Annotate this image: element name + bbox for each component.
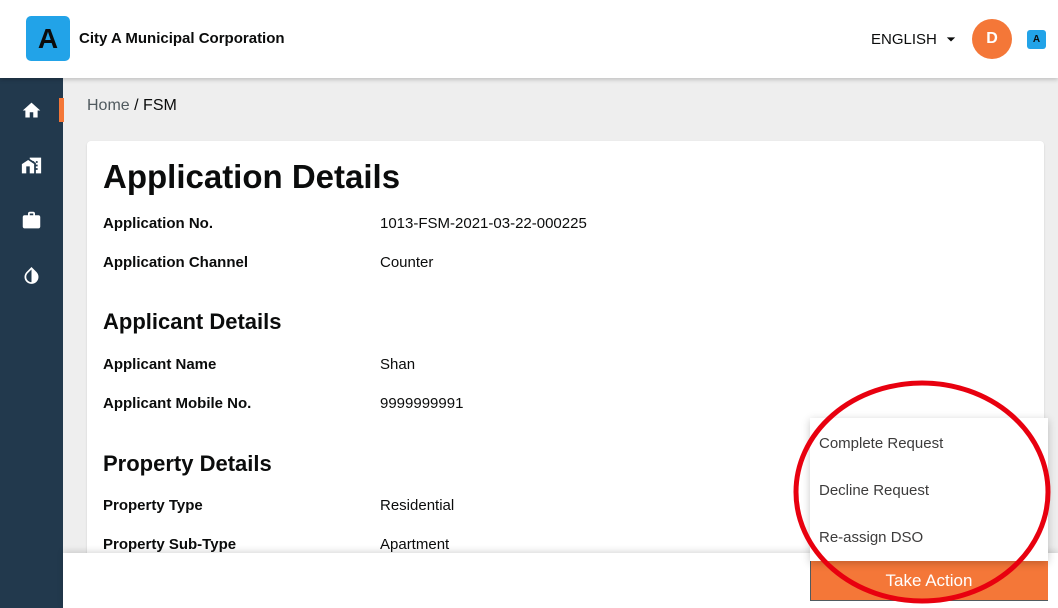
page-title: Application Details bbox=[103, 158, 401, 195]
city-logo[interactable]: A bbox=[26, 16, 70, 61]
user-initial: D bbox=[986, 30, 998, 47]
home-icon bbox=[22, 102, 41, 117]
section-heading-property: Property Details bbox=[103, 451, 272, 476]
active-indicator bbox=[59, 98, 64, 122]
badge-letter: A bbox=[1032, 34, 1041, 45]
chevron-down-icon bbox=[946, 37, 956, 42]
breadcrumb-current: FSM bbox=[143, 97, 177, 114]
breadcrumb: Home / FSM bbox=[87, 96, 177, 116]
water-drop-icon bbox=[24, 266, 39, 284]
sidebar-item-fsm[interactable] bbox=[0, 253, 63, 297]
top-header: A City A Municipal Corporation ENGLISH D… bbox=[0, 0, 1058, 78]
briefcase-icon bbox=[22, 211, 41, 228]
menu-item-decline-request[interactable]: Decline Request bbox=[810, 467, 1048, 514]
logo-letter: A bbox=[37, 22, 59, 54]
menu-item-complete-request[interactable]: Complete Request bbox=[810, 420, 1048, 467]
detail-value: Shan bbox=[380, 356, 416, 373]
user-avatar[interactable]: D bbox=[972, 19, 1012, 59]
detail-value: 1013-FSM-2021-03-22-000225 bbox=[380, 215, 587, 232]
language-label: ENGLISH bbox=[871, 30, 937, 48]
detail-value: Counter bbox=[380, 254, 434, 271]
sidebar bbox=[0, 78, 64, 608]
app-badge[interactable]: A bbox=[1027, 30, 1046, 49]
detail-label: Application Channel bbox=[103, 254, 249, 271]
detail-label: Property Sub-Type bbox=[103, 536, 237, 553]
detail-label: Applicant Name bbox=[103, 356, 217, 373]
detail-label: Application No. bbox=[103, 215, 213, 232]
home-work-icon bbox=[21, 157, 42, 173]
org-name: City A Municipal Corporation bbox=[79, 30, 285, 47]
section-heading-applicant: Applicant Details bbox=[103, 309, 282, 334]
bottom-action-bar: Take Action bbox=[63, 553, 1058, 608]
sidebar-item-properties[interactable] bbox=[0, 143, 63, 187]
take-action-menu: Complete Request Decline Request Re-assi… bbox=[810, 418, 1048, 561]
sidebar-item-home[interactable] bbox=[0, 88, 64, 132]
detail-value: 9999999991 bbox=[380, 395, 464, 412]
breadcrumb-separator: / bbox=[134, 97, 139, 114]
take-action-button[interactable]: Take Action bbox=[810, 560, 1048, 601]
language-selector[interactable]: ENGLISH bbox=[871, 29, 961, 49]
breadcrumb-home-link[interactable]: Home bbox=[87, 97, 130, 114]
detail-value: Apartment bbox=[380, 536, 450, 553]
sidebar-item-work[interactable] bbox=[0, 198, 63, 242]
detail-label: Applicant Mobile No. bbox=[103, 395, 252, 412]
menu-item-reassign-dso[interactable]: Re-assign DSO bbox=[810, 514, 1048, 561]
detail-label: Property Type bbox=[103, 497, 203, 514]
detail-value: Residential bbox=[380, 497, 455, 514]
